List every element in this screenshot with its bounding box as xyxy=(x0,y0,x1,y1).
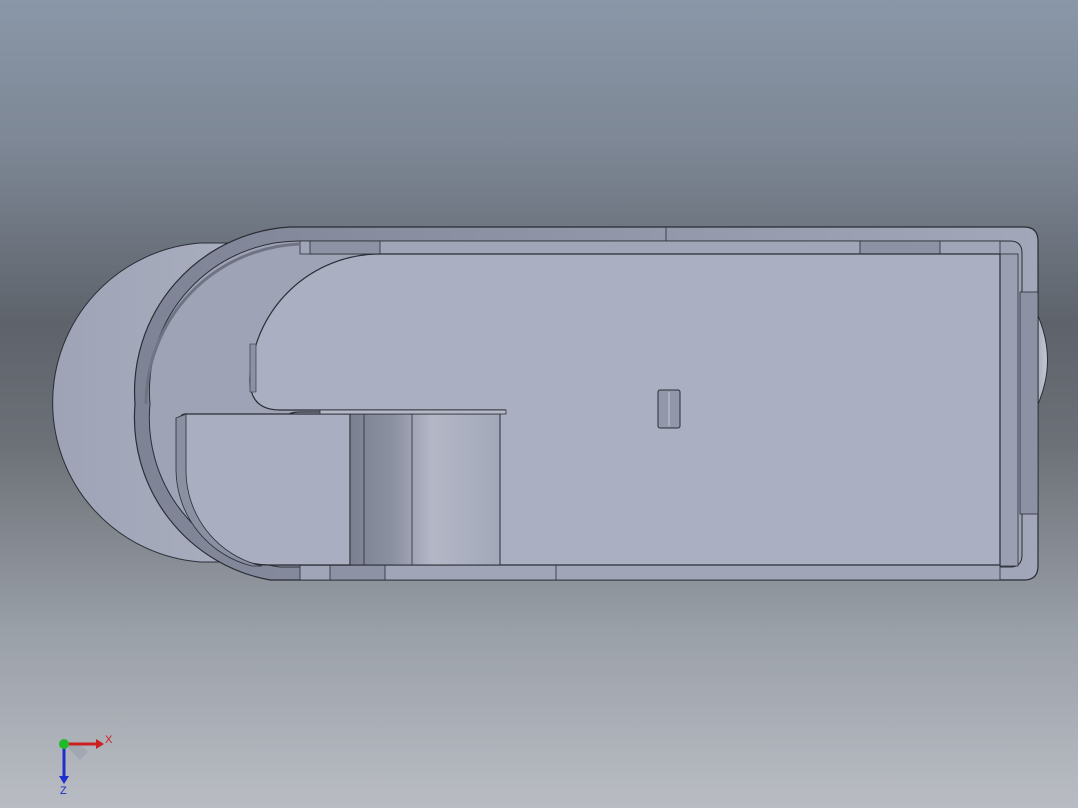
graphics-viewport[interactable]: X Z xyxy=(0,0,1078,808)
roller xyxy=(349,413,501,566)
model-view[interactable] xyxy=(0,0,1078,808)
z-axis-label: Z xyxy=(60,785,67,797)
y-axis-dot xyxy=(59,739,69,749)
x-axis-label: X xyxy=(105,734,113,746)
coordinate-triad: X Z xyxy=(59,734,113,797)
